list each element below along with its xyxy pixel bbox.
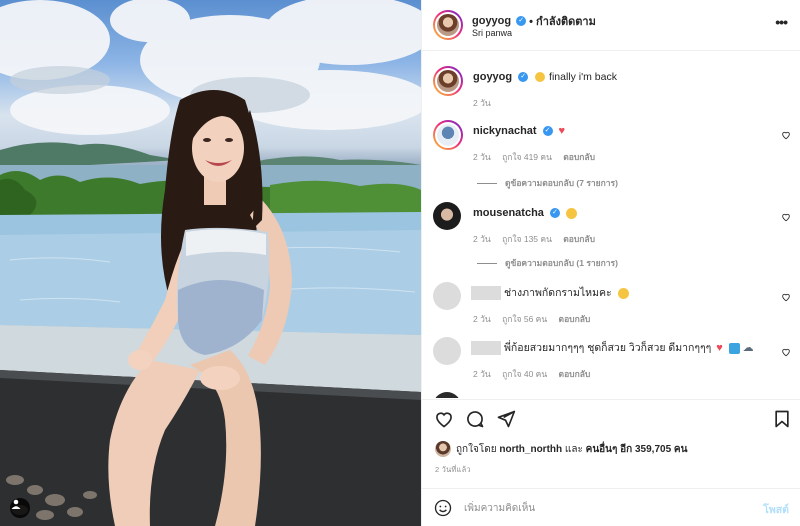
like-comment-heart-icon[interactable]	[781, 292, 791, 302]
likes-prefix: ถูกใจโดย	[456, 443, 497, 455]
caption-age[interactable]: 2 วัน	[473, 98, 491, 108]
like-comment-heart-icon[interactable]	[781, 347, 791, 357]
follow-status[interactable]: • กำลังติดตาม	[529, 12, 596, 30]
post-details-panel: goyyog ✓ • กำลังติดตาม Sri panwa ••• goy…	[421, 0, 800, 526]
more-options-icon[interactable]: •••	[775, 14, 788, 30]
comment-likes[interactable]: ถูกใจ 135 คน	[502, 234, 552, 244]
like-comment-heart-icon[interactable]	[781, 212, 791, 222]
post-time-ago[interactable]: 2 วันที่แล้ว	[435, 464, 471, 476]
post-header: goyyog ✓ • กำลังติดตาม Sri panwa •••	[422, 0, 800, 51]
comments-list[interactable]: goyyog ✓ finally i'm back 2 วัน nickynach…	[422, 52, 800, 398]
redacted-username	[471, 341, 501, 356]
view-replies-label: ดูข้อความตอบกลับ (1 รายการ)	[505, 258, 618, 268]
comment-age[interactable]: 2 วัน	[473, 314, 491, 324]
reply-button[interactable]: ตอบกลับ	[559, 369, 591, 379]
likes-summary[interactable]: ถูกใจโดย north_northh และ คนอื่นๆ อีก 35…	[435, 441, 687, 457]
likes-count[interactable]: คนอื่นๆ อีก 359,705 คน	[586, 442, 688, 457]
comment-composer: โพสต์	[422, 488, 800, 526]
comment-input[interactable]	[464, 498, 744, 518]
view-replies-button[interactable]: ดูข้อความตอบกลับ (1 รายการ)	[477, 256, 618, 270]
comment-likes[interactable]: ถูกใจ 40 คน	[502, 369, 547, 379]
comment-bubble-icon[interactable]	[465, 409, 485, 429]
like-comment-heart-icon[interactable]	[781, 130, 791, 140]
caption-username[interactable]: goyyog	[473, 71, 512, 83]
share-send-icon[interactable]	[496, 409, 516, 429]
commenter-avatar[interactable]	[433, 282, 461, 310]
emoji-picker-icon[interactable]	[434, 499, 452, 517]
author-avatar[interactable]	[433, 10, 463, 40]
commenter-avatar[interactable]	[433, 392, 461, 398]
author-username[interactable]: goyyog	[472, 15, 511, 27]
like-heart-icon[interactable]	[434, 409, 454, 429]
comment-age[interactable]: 2 วัน	[473, 152, 491, 162]
reply-button[interactable]: ตอบกลับ	[559, 314, 591, 324]
comment-age[interactable]: 2 วัน	[473, 369, 491, 379]
verified-badge-icon: ✓	[516, 16, 527, 26]
cloud-emoji-icon: ☁	[742, 342, 754, 354]
post-location[interactable]: Sri panwa	[472, 28, 512, 38]
verified-badge-icon: ✓	[549, 208, 560, 219]
verified-badge-icon: ✓	[542, 126, 553, 137]
likes-conjunction: และ	[564, 443, 583, 455]
photo-scene	[0, 0, 421, 526]
commenter-avatar[interactable]	[433, 120, 463, 150]
commenter-avatar[interactable]	[433, 202, 461, 230]
user-tag-icon[interactable]	[10, 498, 30, 518]
post-comment-button[interactable]: โพสต์	[763, 501, 789, 518]
reply-button[interactable]: ตอบกลับ	[563, 234, 595, 244]
wave-emoji-icon	[728, 342, 740, 354]
comment-likes[interactable]: ถูกใจ 419 คน	[502, 152, 552, 162]
liker-avatar[interactable]	[435, 441, 451, 457]
commenter-username[interactable]: mousenatcha	[473, 207, 544, 219]
view-replies-button[interactable]: ดูข้อความตอบกลับ (7 รายการ)	[477, 176, 618, 190]
reply-button[interactable]: ตอบกลับ	[563, 152, 595, 162]
comment-text: ช่างภาพกัดกรามไหมคะ	[504, 287, 612, 299]
post-actions-bar	[422, 399, 800, 433]
verified-badge-icon: ✓	[518, 72, 529, 83]
commenter-avatar[interactable]	[433, 337, 461, 365]
comment-age[interactable]: 2 วัน	[473, 234, 491, 244]
grinning-face-emoji-icon	[617, 287, 629, 299]
caption-avatar[interactable]	[433, 66, 463, 96]
view-replies-label: ดูข้อความตอบกลับ (7 รายการ)	[505, 178, 618, 188]
save-bookmark-icon[interactable]	[772, 409, 792, 429]
liker-username[interactable]: north_northh	[499, 444, 562, 455]
red-heart-emoji-icon: ♥	[716, 342, 723, 354]
post-photo[interactable]	[0, 0, 421, 526]
sun-emoji-icon	[535, 72, 546, 83]
star-struck-face-emoji-icon	[565, 207, 577, 219]
commenter-username[interactable]: nickynachat	[473, 125, 537, 137]
caption-text: finally i'm back	[549, 71, 617, 83]
red-heart-emoji-icon: ♥	[558, 125, 566, 137]
comment-text: พี่ก้อยสวยมากๆๆๆ ชุดก็สวย วิวก็สวย ดีมาก…	[504, 342, 712, 354]
redacted-username	[471, 286, 501, 301]
comment-likes[interactable]: ถูกใจ 56 คน	[502, 314, 547, 324]
